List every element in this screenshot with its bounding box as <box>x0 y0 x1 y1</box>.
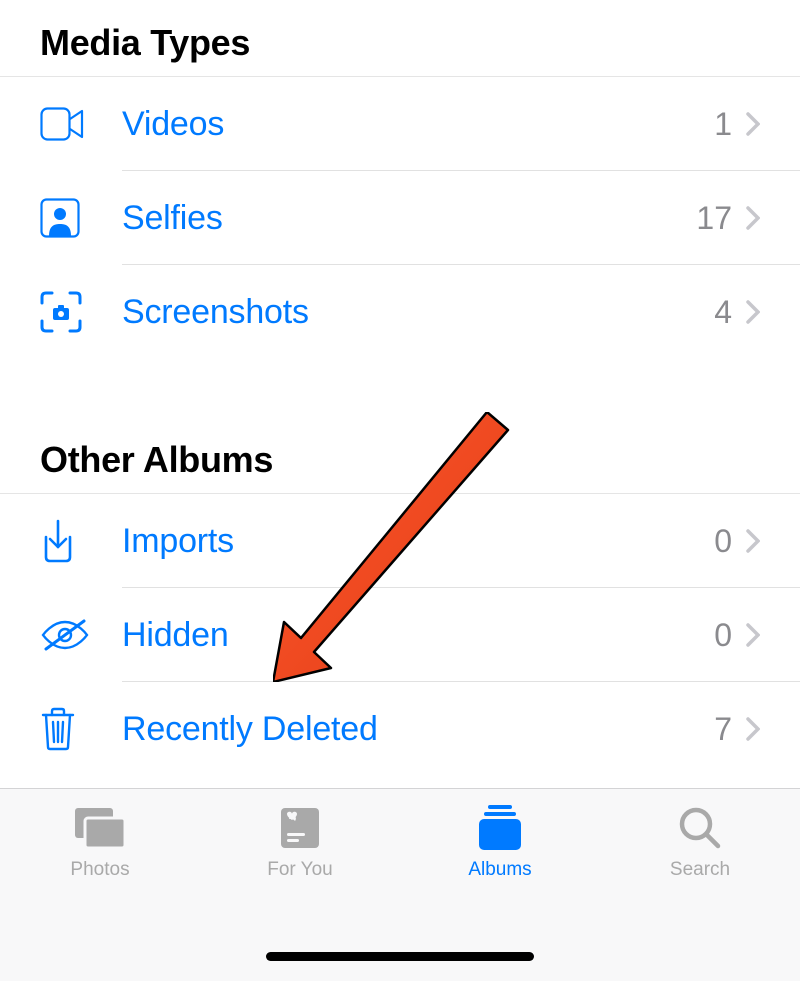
tab-label: For You <box>267 859 333 881</box>
chevron-right-icon <box>746 623 760 647</box>
import-download-icon <box>40 519 122 563</box>
chevron-right-icon <box>746 300 760 324</box>
row-imports[interactable]: Imports 0 <box>0 494 800 588</box>
other-albums-header: Other Albums <box>0 417 800 494</box>
row-screenshots[interactable]: Screenshots 4 <box>0 265 800 359</box>
row-count: 4 <box>714 294 732 331</box>
row-videos[interactable]: Videos 1 <box>0 77 800 171</box>
row-recently-deleted[interactable]: Recently Deleted 7 <box>0 682 800 776</box>
tab-label: Search <box>670 859 730 881</box>
tab-label: Photos <box>70 859 129 881</box>
chevron-right-icon <box>746 206 760 230</box>
row-label: Recently Deleted <box>122 710 714 749</box>
video-camera-icon <box>40 107 122 141</box>
row-selfies[interactable]: Selfies 17 <box>0 171 800 265</box>
tab-label: Albums <box>468 859 531 881</box>
row-count: 0 <box>714 523 732 560</box>
row-label: Screenshots <box>122 293 714 332</box>
screenshot-capture-icon <box>40 291 122 333</box>
row-count: 7 <box>714 711 732 748</box>
row-label: Imports <box>122 522 714 561</box>
row-label: Hidden <box>122 616 714 655</box>
search-icon <box>678 803 722 853</box>
tab-search[interactable]: Search <box>600 803 800 981</box>
chevron-right-icon <box>746 112 760 136</box>
row-count: 1 <box>714 106 732 143</box>
trash-icon <box>40 707 122 751</box>
tab-photos[interactable]: Photos <box>0 803 200 981</box>
media-types-header: Media Types <box>0 0 800 77</box>
row-label: Selfies <box>122 199 696 238</box>
home-indicator[interactable] <box>266 952 534 961</box>
for-you-card-icon <box>279 803 321 853</box>
photos-stack-icon <box>72 803 128 853</box>
row-label: Videos <box>122 105 714 144</box>
eye-hidden-icon <box>40 617 122 653</box>
chevron-right-icon <box>746 529 760 553</box>
chevron-right-icon <box>746 717 760 741</box>
albums-stack-icon <box>476 803 524 853</box>
selfie-person-icon <box>40 198 122 238</box>
row-count: 0 <box>714 617 732 654</box>
tab-bar: Photos For You Albums <box>0 788 800 981</box>
row-hidden[interactable]: Hidden 0 <box>0 588 800 682</box>
row-count: 17 <box>696 200 732 237</box>
